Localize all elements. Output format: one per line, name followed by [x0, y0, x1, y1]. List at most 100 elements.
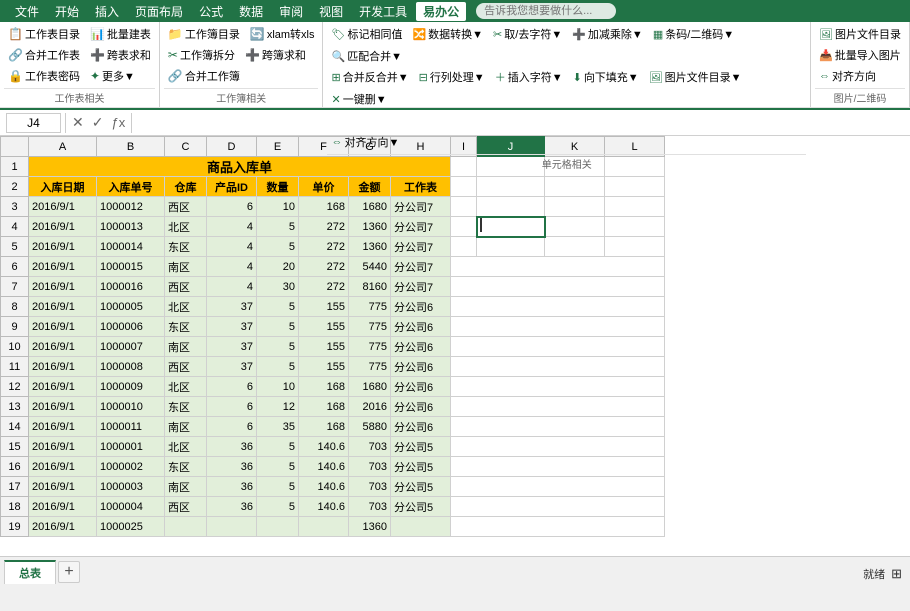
data-cell[interactable]: 6: [207, 377, 257, 397]
data-cell[interactable]: 分公司7: [391, 197, 451, 217]
cell-right19[interactable]: [451, 517, 665, 537]
col-header-d[interactable]: D: [207, 137, 257, 157]
sheet-tab-active[interactable]: 总表: [4, 560, 56, 584]
search-input[interactable]: [476, 3, 616, 19]
menu-data[interactable]: 数据: [232, 2, 270, 21]
cell-k2[interactable]: [545, 177, 605, 197]
data-cell[interactable]: 6: [207, 397, 257, 417]
data-cell[interactable]: 36: [207, 477, 257, 497]
btn-row-col[interactable]: ⊟行列处理▼: [415, 67, 489, 87]
data-cell[interactable]: 2016/9/1: [29, 477, 97, 497]
menu-file[interactable]: 文件: [8, 2, 46, 21]
data-cell[interactable]: 分公司6: [391, 377, 451, 397]
data-cell[interactable]: 分公司6: [391, 357, 451, 377]
data-cell[interactable]: [257, 517, 299, 537]
menu-review[interactable]: 审阅: [272, 2, 310, 21]
data-cell[interactable]: 272: [299, 257, 349, 277]
row-num[interactable]: 4: [1, 217, 29, 237]
cell-j5[interactable]: [477, 237, 545, 257]
data-cell[interactable]: 1000006: [97, 317, 165, 337]
data-cell[interactable]: 1000004: [97, 497, 165, 517]
data-cell[interactable]: 36: [207, 497, 257, 517]
spreadsheet-area[interactable]: A B C D E F G H I J K L 1 商品入库单: [0, 136, 910, 556]
data-cell[interactable]: 北区: [165, 297, 207, 317]
data-cell[interactable]: 5: [257, 357, 299, 377]
data-cell[interactable]: 775: [349, 297, 391, 317]
data-cell[interactable]: 36: [207, 437, 257, 457]
cell-j2[interactable]: [477, 177, 545, 197]
col-header-c[interactable]: C: [165, 137, 207, 157]
col-header-b[interactable]: B: [97, 137, 165, 157]
data-cell[interactable]: 272: [299, 277, 349, 297]
data-cell[interactable]: 155: [299, 357, 349, 377]
data-cell[interactable]: 1000013: [97, 217, 165, 237]
data-cell[interactable]: 703: [349, 457, 391, 477]
cell-l3[interactable]: [605, 197, 665, 217]
row-num[interactable]: 10: [1, 337, 29, 357]
data-cell[interactable]: 东区: [165, 317, 207, 337]
data-cell[interactable]: 2016/9/1: [29, 317, 97, 337]
btn-worksheet-index[interactable]: 📋工作表目录: [4, 24, 84, 44]
cell-k3[interactable]: [545, 197, 605, 217]
data-cell[interactable]: 1000016: [97, 277, 165, 297]
data-cell[interactable]: 37: [207, 337, 257, 357]
data-cell[interactable]: 1000008: [97, 357, 165, 377]
data-cell[interactable]: 140.6: [299, 437, 349, 457]
cell-i5[interactable]: [451, 237, 477, 257]
menu-page-layout[interactable]: 页面布局: [128, 2, 190, 21]
data-cell[interactable]: 2016/9/1: [29, 457, 97, 477]
data-cell[interactable]: 4: [207, 237, 257, 257]
data-cell[interactable]: 分公司7: [391, 217, 451, 237]
cell-l5[interactable]: [605, 237, 665, 257]
data-cell[interactable]: 5: [257, 317, 299, 337]
data-cell[interactable]: 西区: [165, 197, 207, 217]
cell-right6[interactable]: [451, 257, 665, 277]
btn-cross-wb-sum[interactable]: ➕跨簿求和: [241, 45, 310, 65]
btn-batch-import-pic2[interactable]: 📥批量导入图片: [815, 45, 905, 65]
btn-match-merge[interactable]: 🔍匹配合并▼: [327, 46, 406, 66]
btn-cross-sum[interactable]: ➕跨表求和: [86, 45, 155, 65]
data-cell[interactable]: 南区: [165, 417, 207, 437]
data-cell[interactable]: 2016/9/1: [29, 217, 97, 237]
data-cell[interactable]: 分公司5: [391, 477, 451, 497]
row-num[interactable]: 11: [1, 357, 29, 377]
data-cell[interactable]: 703: [349, 497, 391, 517]
data-cell[interactable]: 5: [257, 217, 299, 237]
data-cell[interactable]: 37: [207, 357, 257, 377]
row-num[interactable]: 6: [1, 257, 29, 277]
header-price[interactable]: 单价: [299, 177, 349, 197]
data-cell[interactable]: 南区: [165, 257, 207, 277]
data-cell[interactable]: 1000011: [97, 417, 165, 437]
data-cell[interactable]: 1000007: [97, 337, 165, 357]
data-cell[interactable]: 4: [207, 257, 257, 277]
btn-xlam-xls[interactable]: 🔄xlam转xls: [246, 24, 319, 44]
header-warehouse[interactable]: 仓库: [165, 177, 207, 197]
data-cell[interactable]: 东区: [165, 237, 207, 257]
formula-input[interactable]: [136, 113, 904, 133]
cell-right12[interactable]: [451, 377, 665, 397]
data-cell[interactable]: 2016/9/1: [29, 517, 97, 537]
data-cell[interactable]: 12: [257, 397, 299, 417]
data-cell[interactable]: 东区: [165, 457, 207, 477]
btn-ws-password[interactable]: 🔒工作表密码: [4, 66, 84, 86]
data-cell[interactable]: 272: [299, 217, 349, 237]
data-cell[interactable]: 1360: [349, 517, 391, 537]
data-cell[interactable]: 5: [257, 297, 299, 317]
data-cell[interactable]: 272: [299, 237, 349, 257]
data-cell[interactable]: 5: [257, 497, 299, 517]
data-cell[interactable]: 西区: [165, 277, 207, 297]
cell-j3[interactable]: [477, 197, 545, 217]
data-cell[interactable]: 36: [207, 457, 257, 477]
data-cell[interactable]: 168: [299, 197, 349, 217]
data-cell[interactable]: 2016/9/1: [29, 417, 97, 437]
row-num[interactable]: 7: [1, 277, 29, 297]
cell-i2[interactable]: [451, 177, 477, 197]
menu-view[interactable]: 视图: [312, 2, 350, 21]
cell-l2[interactable]: [605, 177, 665, 197]
data-cell[interactable]: 2016/9/1: [29, 197, 97, 217]
cell-i4[interactable]: [451, 217, 477, 237]
data-cell[interactable]: 703: [349, 437, 391, 457]
data-cell[interactable]: 140.6: [299, 457, 349, 477]
row-num[interactable]: 18: [1, 497, 29, 517]
btn-align-dir2[interactable]: ⇔对齐方向: [815, 66, 880, 86]
